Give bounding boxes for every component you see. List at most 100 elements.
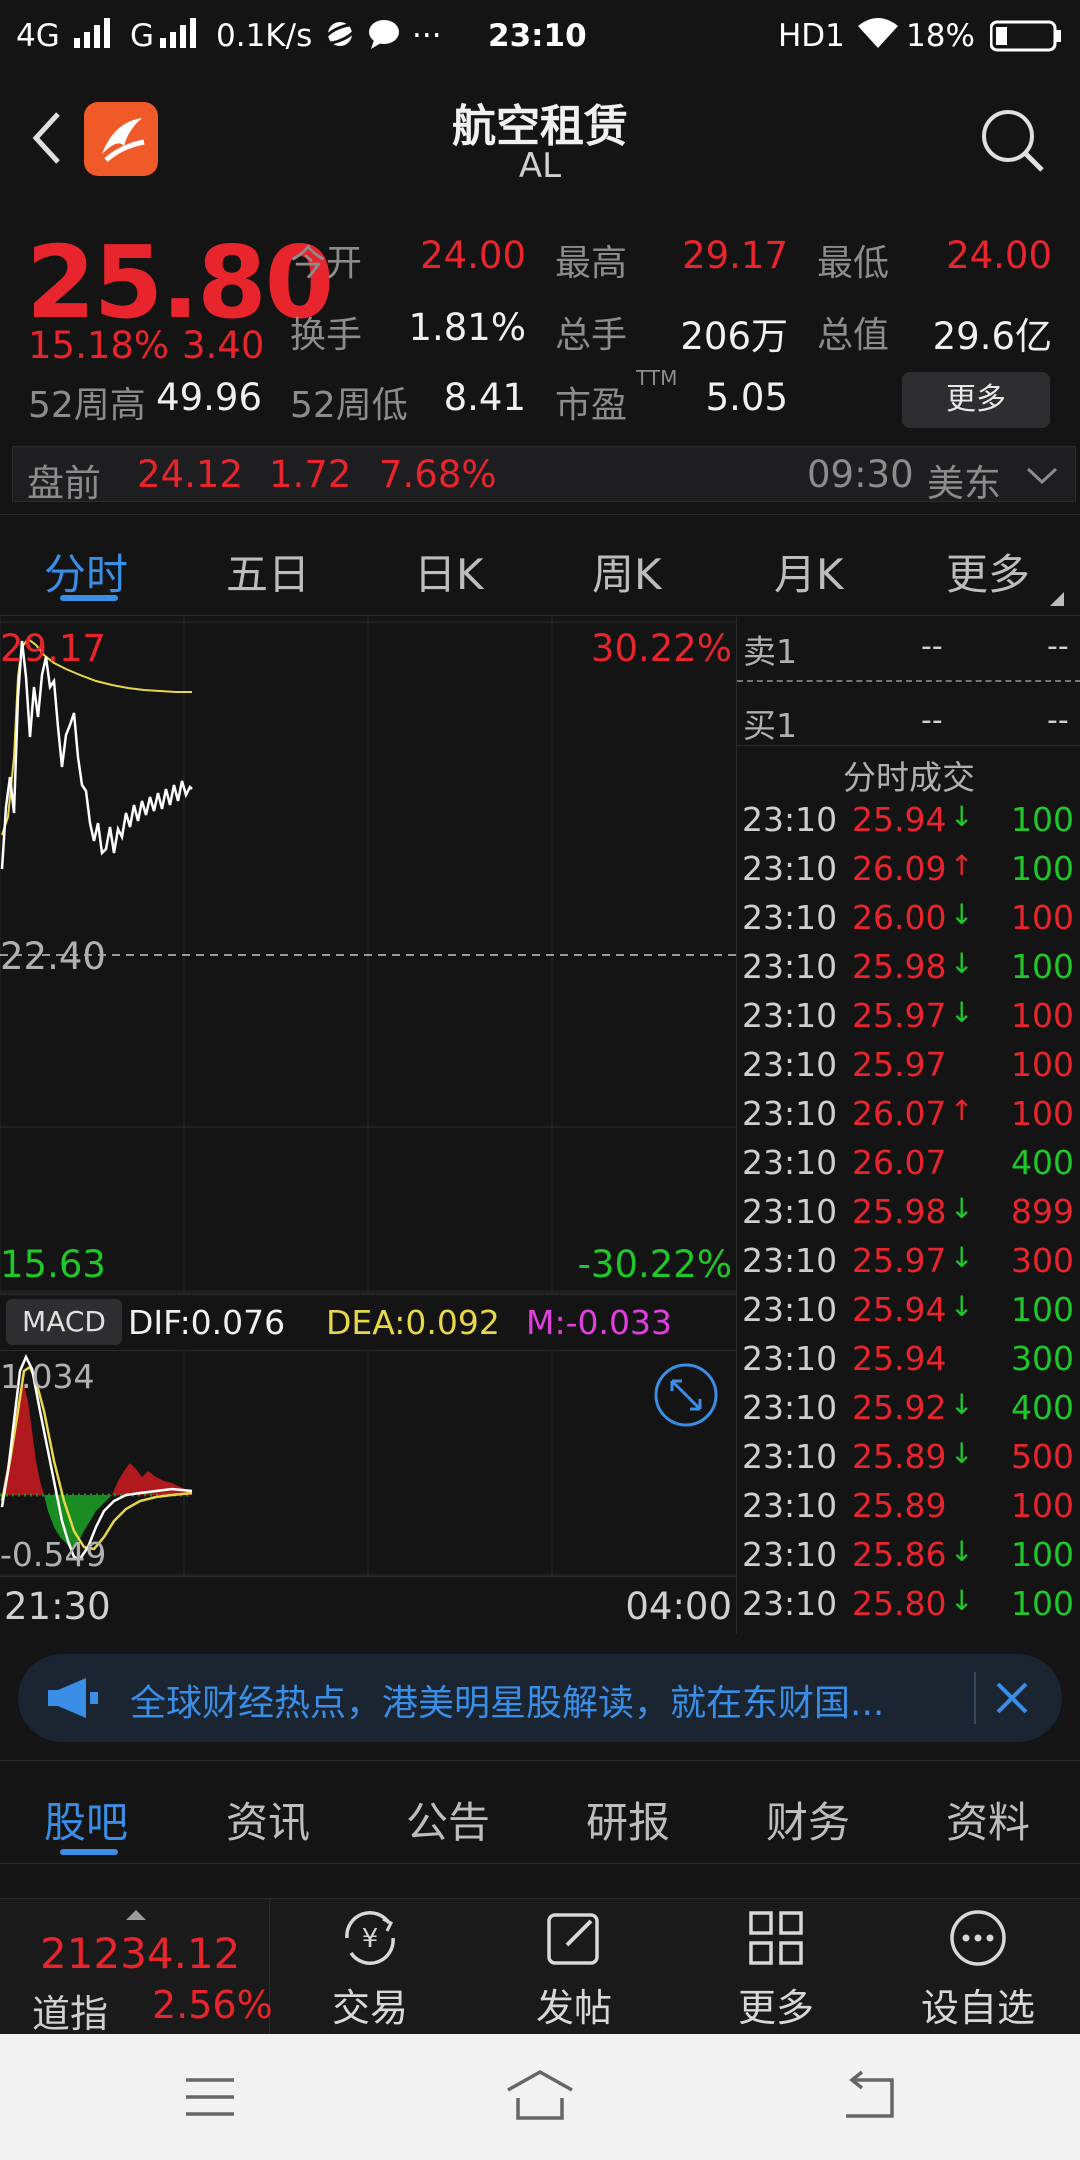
mcap-value: 29.6亿 [932,315,1052,358]
system-nav-bar [0,2034,1080,2160]
high-value: 29.17 [682,234,788,277]
trade-row: 23:10 25.94 ↓ 100 [742,1290,1076,1339]
home-button[interactable] [504,2068,576,2128]
tab-weekly-k[interactable]: 周K [592,541,662,602]
search-button[interactable] [976,104,1048,180]
trade-price: 25.92 [852,1388,947,1427]
macd-indicator-button[interactable]: MACD [6,1299,122,1345]
stock-name: 航空租赁 [452,101,628,152]
macd-chart: 1.034 -0.549 [0,1350,736,1577]
trade-direction-icon: ↓ [950,1437,974,1470]
more-quote-button[interactable]: 更多 [902,372,1050,428]
close-icon [996,1682,1028,1714]
trades-title: 分时成交 [843,758,975,797]
app-header: 航空租赁 AL [0,74,1080,214]
premarket-bar[interactable]: 盘前 24.12 1.72 7.68% 09:30 美东 [12,446,1076,505]
macd-header: MACD DIF:0.076 DEA:0.092 M:-0.033 [0,1294,736,1350]
trade-time: 23:10 [742,800,838,839]
index-ticker[interactable]: 21234.12 道指 2.56% [0,1899,273,2036]
trade-price: 25.98 [852,947,947,986]
nav-trade[interactable]: ¥ 交易 [290,1905,450,2033]
network-type: 4G [16,18,60,54]
stock-ticker: AL [518,146,562,186]
index-change: 2.56% [152,1983,273,2027]
trade-volume: 300 [1011,1241,1074,1280]
premarket-zone: 美东 [927,462,1001,505]
nav-add-watchlist[interactable]: 设自选 [898,1905,1058,2033]
tab-financials[interactable]: 财务 [766,1789,850,1850]
nav-more[interactable]: 更多 [696,1905,856,2033]
trade-direction-icon: ↓ [950,1241,974,1274]
change-amount: 3.40 [182,324,265,367]
tab-monthly-k[interactable]: 月K [774,541,844,602]
tab-daily-k[interactable]: 日K [414,541,484,602]
trade-row: 23:10 25.97 100 [742,1045,1076,1094]
tab-announcements[interactable]: 公告 [406,1789,490,1850]
active-tab-indicator [60,595,118,601]
trade-volume: 100 [1011,800,1074,839]
grid-icon [743,1905,809,1975]
return-icon [846,2070,894,2118]
tab-profile[interactable]: 资料 [946,1789,1030,1850]
trade-volume: 400 [1011,1143,1074,1182]
trade-time: 23:10 [742,1290,838,1329]
tab-five-day[interactable]: 五日 [226,541,310,602]
macd-y-top: 1.034 [0,1357,95,1396]
trade-time: 23:10 [742,1143,838,1182]
trade-direction-icon: ↓ [950,898,974,931]
trade-time: 23:10 [742,1241,838,1280]
trade-volume: 400 [1011,1388,1074,1427]
caret-up-icon [126,1905,146,1924]
trade-price: 25.86 [852,1535,947,1574]
signal-icon [72,14,118,58]
trade-volume: 100 [1011,1290,1074,1329]
tab-news[interactable]: 资讯 [226,1789,310,1850]
y-axis-top-percent: 30.22% [590,627,732,670]
mcap-label: 总值 [817,315,890,356]
macd-y-bottom: -0.549 [0,1535,107,1574]
w52-low-label: 52周低 [290,385,408,426]
x-axis-end: 04:00 [625,1585,732,1628]
tab-intraday[interactable]: 分时 [44,541,128,602]
svg-text:¥: ¥ [362,1924,379,1954]
back-button[interactable] [26,108,66,172]
macd-dif: DIF:0.076 [128,1303,286,1342]
trade-direction-icon: ↓ [950,1535,974,1568]
index-value: 21234.12 [40,1929,241,1978]
trade-volume: 100 [1011,947,1074,986]
search-icon [982,110,1044,172]
net-speed: 0.1K/s [216,18,313,54]
w52-low-value: 8.41 [443,376,526,419]
megaphone-icon [46,1676,100,1724]
banner-close-button[interactable] [990,1676,1034,1724]
trade-volume: 100 [1011,1584,1074,1623]
premarket-change-percent: 7.68% [379,453,497,496]
back-system-button[interactable] [840,2070,900,2128]
intraday-chart[interactable]: 29.17 30.22% 22.40 15.63 -30.22% [0,617,736,1294]
menu-button[interactable] [182,2072,238,2126]
status-bar: 4G G 0.1K/s ··· 23:10 HD1 18% [0,0,1080,74]
trade-price: 25.89 [852,1437,947,1476]
network-type-2: G [130,18,155,54]
app-logo [84,102,158,176]
trade-time: 23:10 [742,1535,838,1574]
trade-price: 26.09 [852,849,947,888]
w52-high-label: 52周高 [28,385,146,426]
trade-price: 25.94 [852,1290,947,1329]
nav-post[interactable]: 发帖 [494,1905,654,2033]
trade-row: 23:10 25.86 ↓ 100 [742,1535,1076,1584]
trade-volume: 100 [1011,996,1074,1035]
tab-more[interactable]: 更多 [946,541,1030,602]
battery-icon [989,20,1062,60]
index-name: 道指 [32,1992,109,2036]
promo-banner[interactable]: 全球财经热点，港美明星股解读，就在东财国... [18,1654,1062,1742]
tab-forum[interactable]: 股吧 [44,1789,128,1850]
open-value: 24.00 [420,234,526,277]
trade-price: 26.07 [852,1094,947,1133]
tab-research[interactable]: 研报 [586,1789,670,1850]
trade-row: 23:10 25.89 100 [742,1486,1076,1535]
trade-volume: 100 [1011,1535,1074,1574]
fullscreen-button[interactable] [652,1361,720,1433]
trade-row: 23:10 25.94 300 [742,1339,1076,1388]
buy1-label: 买1 [743,706,797,745]
